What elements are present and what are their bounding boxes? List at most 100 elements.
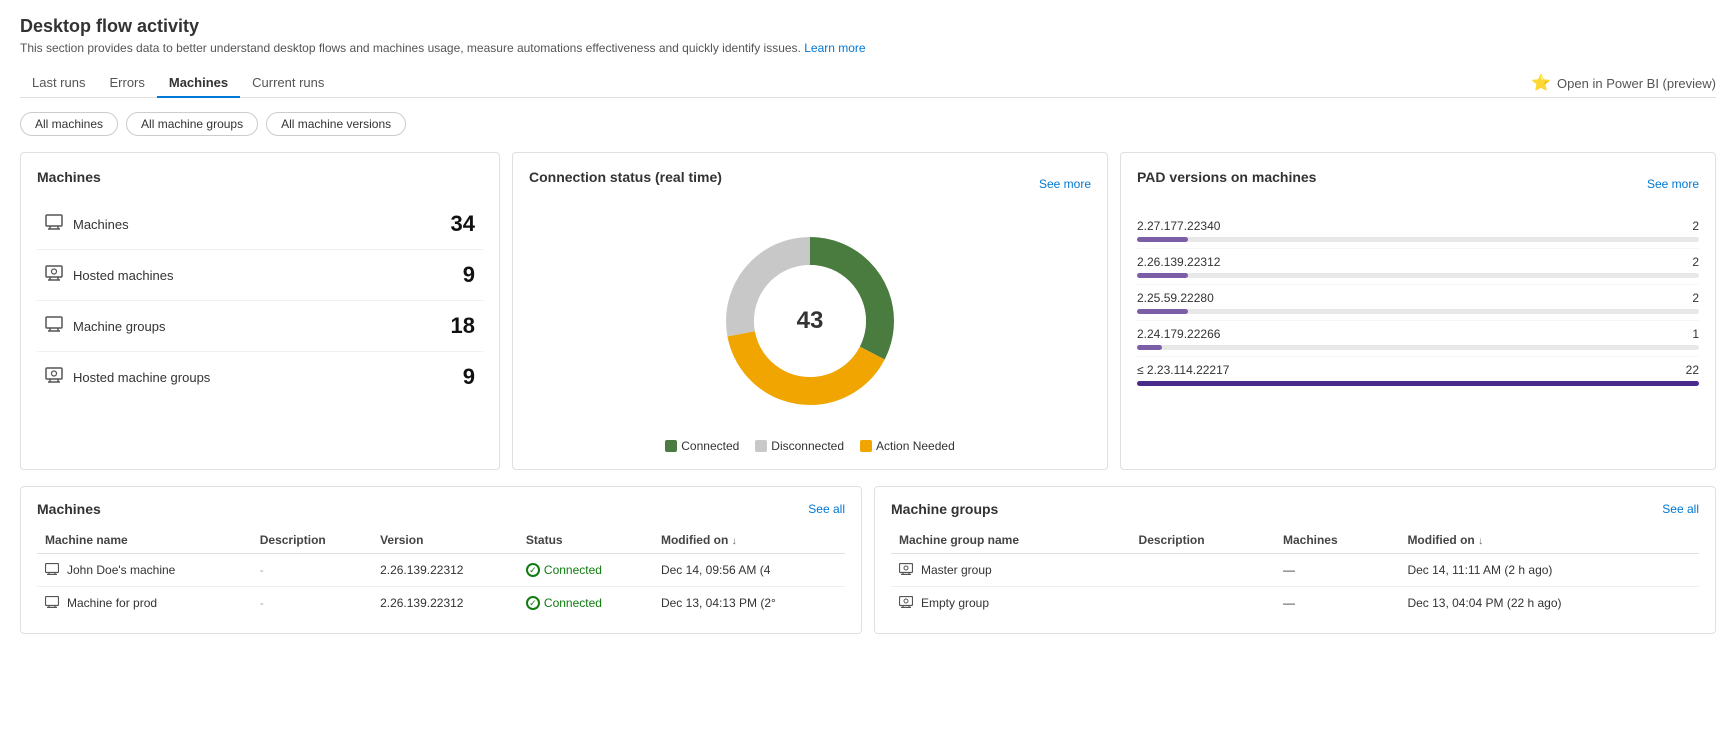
connection-card-title: Connection status (real time) <box>529 169 722 185</box>
table-row: John Doe's machine - 2.26.139.22312 Conn… <box>37 554 845 587</box>
group-name-cell: Master group <box>891 554 1131 587</box>
col-modified-on: Modified on ↓ <box>653 527 845 554</box>
hosted-machine-label: Hosted machines <box>73 268 463 283</box>
table-row: Empty group — Dec 13, 04:04 PM (22 h ago… <box>891 587 1699 620</box>
status-icon <box>526 596 540 610</box>
pad-bar-0 <box>1137 237 1188 242</box>
machine-count: 34 <box>451 211 475 237</box>
group-machines-cell: — <box>1275 554 1399 587</box>
sort-icon: ↓ <box>1478 536 1483 547</box>
machines-table-header: Machines See all <box>37 501 845 517</box>
status-cell: Connected <box>518 554 653 587</box>
machine-group-count: 18 <box>451 313 475 339</box>
filter-all-machine-versions[interactable]: All machine versions <box>266 112 406 136</box>
tab-last-runs[interactable]: Last runs <box>20 69 97 98</box>
legend-action-needed-label: Action Needed <box>876 439 955 453</box>
pad-version-label-4: ≤ 2.23.114.22217 <box>1137 363 1229 377</box>
status-icon <box>526 563 540 577</box>
donut-legend: Connected Disconnected Action Needed <box>665 439 955 453</box>
col-group-description: Description <box>1131 527 1275 554</box>
pad-version-count-2: 2 <box>1692 291 1699 305</box>
col-description: Description <box>252 527 372 554</box>
col-status: Status <box>518 527 653 554</box>
machine-groups-header-row: Machine group name Description Machines … <box>891 527 1699 554</box>
modified-cell: Dec 14, 09:56 AM (4 <box>653 554 845 587</box>
donut-chart-wrap: 43 Connected Disconnected Action Needed <box>529 213 1091 453</box>
hosted-group-count: 9 <box>463 364 475 390</box>
tab-errors[interactable]: Errors <box>97 69 156 98</box>
group-machines-cell: — <box>1275 587 1399 620</box>
hosted-machine-icon <box>45 265 63 286</box>
machines-table-title: Machines <box>37 501 101 517</box>
group-description-cell <box>1131 554 1275 587</box>
group-modified-cell: Dec 14, 11:11 AM (2 h ago) <box>1399 554 1699 587</box>
version-cell: 2.26.139.22312 <box>372 587 518 620</box>
page-title: Desktop flow activity <box>20 16 1716 37</box>
machine-row-groups: Machine groups 18 <box>37 301 483 352</box>
pad-version-count-1: 2 <box>1692 255 1699 269</box>
powerbi-icon: ⭐ <box>1531 73 1551 93</box>
machines-table: Machine name Description Version Status … <box>37 527 845 619</box>
machine-groups-see-all[interactable]: See all <box>1662 502 1699 516</box>
machines-see-all[interactable]: See all <box>808 502 845 516</box>
filter-all-machine-groups[interactable]: All machine groups <box>126 112 258 136</box>
pad-version-count-0: 2 <box>1692 219 1699 233</box>
machine-groups-table-header: Machine groups See all <box>891 501 1699 517</box>
sort-icon: ↓ <box>732 536 737 547</box>
legend-disconnected: Disconnected <box>755 439 844 453</box>
machine-groups-table-title: Machine groups <box>891 501 998 517</box>
machines-list: Machines 34 Hosted machines 9 Machine gr… <box>37 199 483 402</box>
pad-version-row-0: 2.27.177.22340 2 <box>1137 213 1699 249</box>
machine-groups-table-card: Machine groups See all Machine group nam… <box>874 486 1716 634</box>
machine-groups-table: Machine group name Description Machines … <box>891 527 1699 619</box>
pad-version-label-2: 2.25.59.22280 <box>1137 291 1214 305</box>
machine-name-cell: John Doe's machine <box>37 554 252 587</box>
filter-all-machines[interactable]: All machines <box>20 112 118 136</box>
col-group-modified: Modified on ↓ <box>1399 527 1699 554</box>
version-cell: 2.26.139.22312 <box>372 554 518 587</box>
tab-current-runs[interactable]: Current runs <box>240 69 336 98</box>
machine-row-hosted-groups: Hosted machine groups 9 <box>37 352 483 402</box>
open-powerbi-button[interactable]: ⭐ Open in Power BI (preview) <box>1531 73 1716 93</box>
donut-total: 43 <box>797 307 824 335</box>
description-cell: - <box>252 587 372 620</box>
tab-machines[interactable]: Machines <box>157 69 240 98</box>
col-group-name: Machine group name <box>891 527 1131 554</box>
description-cell: - <box>252 554 372 587</box>
hosted-group-label: Hosted machine groups <box>73 370 463 385</box>
learn-more-link[interactable]: Learn more <box>804 41 865 55</box>
pad-version-row-1: 2.26.139.22312 2 <box>1137 249 1699 285</box>
legend-connected-label: Connected <box>681 439 739 453</box>
machines-table-card: Machines See all Machine name Descriptio… <box>20 486 862 634</box>
pad-see-more[interactable]: See more <box>1647 177 1699 191</box>
pad-card-header: PAD versions on machines See more <box>1137 169 1699 199</box>
machine-row-hosted: Hosted machines 9 <box>37 250 483 301</box>
row-machine-icon <box>45 562 59 578</box>
pad-version-label-3: 2.24.179.22266 <box>1137 327 1220 341</box>
connection-status-card: Connection status (real time) See more <box>512 152 1108 470</box>
pad-bar-3 <box>1137 345 1162 350</box>
legend-connected-dot <box>665 440 677 452</box>
legend-disconnected-label: Disconnected <box>771 439 844 453</box>
machine-label: Machines <box>73 217 451 232</box>
col-group-machines: Machines <box>1275 527 1399 554</box>
col-machine-name: Machine name <box>37 527 252 554</box>
machine-icon <box>45 214 63 235</box>
pad-versions-list: 2.27.177.22340 2 2.26.139.22312 2 2.25.5… <box>1137 213 1699 392</box>
modified-cell: Dec 13, 04:13 PM (2° <box>653 587 845 620</box>
cards-row: Machines Machines 34 Hosted machines 9 <box>20 152 1716 470</box>
legend-action-needed: Action Needed <box>860 439 955 453</box>
group-modified-cell: Dec 13, 04:04 PM (22 h ago) <box>1399 587 1699 620</box>
pad-card-title: PAD versions on machines <box>1137 169 1316 185</box>
machine-row-machines: Machines 34 <box>37 199 483 250</box>
hosted-machine-count: 9 <box>463 262 475 288</box>
table-row: Machine for prod - 2.26.139.22312 Connec… <box>37 587 845 620</box>
tabs-row: Last runs Errors Machines Current runs ⭐… <box>20 69 1716 98</box>
connection-see-more[interactable]: See more <box>1039 177 1091 191</box>
pad-version-count-4: 22 <box>1686 363 1699 377</box>
group-name-cell: Empty group <box>891 587 1131 620</box>
machines-table-header-row: Machine name Description Version Status … <box>37 527 845 554</box>
page-subtitle: This section provides data to better und… <box>20 41 1716 55</box>
machines-card: Machines Machines 34 Hosted machines 9 <box>20 152 500 470</box>
pad-version-row-2: 2.25.59.22280 2 <box>1137 285 1699 321</box>
